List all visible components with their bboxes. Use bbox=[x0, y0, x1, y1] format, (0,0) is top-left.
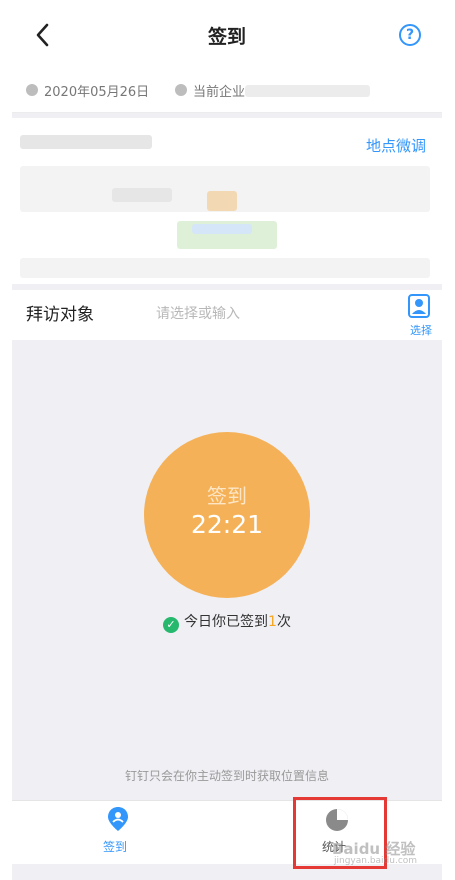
contact-select-icon[interactable] bbox=[406, 293, 432, 319]
checkin-status: ✓ 今日你已签到1次 bbox=[12, 611, 442, 633]
blurred-map-row bbox=[20, 258, 430, 278]
blurred-company-name bbox=[245, 85, 370, 97]
checkin-button-label: 签到 bbox=[207, 484, 247, 508]
status-suffix: 次 bbox=[276, 614, 291, 630]
status-prefix: 今日你已签到 bbox=[184, 614, 269, 630]
page-title: 签到 bbox=[207, 26, 246, 48]
watermark-url: jingyan.baidu.com bbox=[334, 856, 418, 866]
checkin-screen: 签到 ? 2020年05月26日 当前企业 地点微调 拜访对象 请选择或输入 选… bbox=[12, 0, 442, 880]
checkin-time: 22:21 bbox=[190, 510, 264, 539]
blurred-map-row bbox=[112, 188, 172, 202]
privacy-note: 钉钉只会在你主动签到时获取位置信息 bbox=[124, 769, 329, 783]
checkin-button[interactable]: 签到 22:21 bbox=[144, 432, 310, 598]
blurred-map-tile bbox=[192, 224, 252, 234]
tab-checkin[interactable]: 签到 bbox=[103, 838, 127, 855]
header: 签到 ? bbox=[12, 0, 442, 72]
check-icon: ✓ bbox=[163, 617, 180, 633]
location-pin-icon[interactable] bbox=[107, 806, 129, 832]
visit-target-input[interactable]: 请选择或输入 bbox=[156, 303, 240, 323]
company-label: 当前企业 bbox=[193, 85, 246, 100]
clock-icon bbox=[26, 84, 38, 96]
date-text: 2020年05月26日 bbox=[44, 85, 150, 100]
location-adjust-link[interactable]: 地点微调 bbox=[366, 135, 426, 156]
status-count: 1 bbox=[268, 614, 277, 630]
help-icon[interactable]: ? bbox=[399, 24, 421, 46]
blurred-address bbox=[20, 135, 152, 149]
contact-select-label[interactable]: 选择 bbox=[410, 322, 432, 338]
blurred-map-highlight bbox=[207, 191, 237, 211]
visit-target-label: 拜访对象 bbox=[26, 305, 94, 325]
company-icon bbox=[175, 84, 187, 96]
